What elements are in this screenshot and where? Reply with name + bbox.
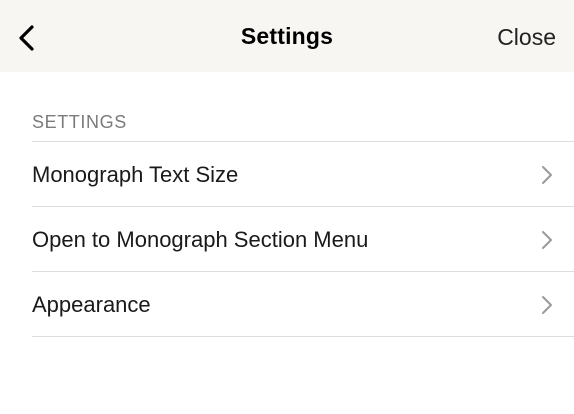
navigation-bar: Settings Close xyxy=(0,0,574,72)
back-button[interactable] xyxy=(14,20,42,56)
settings-list: Monograph Text Size Open to Monograph Se… xyxy=(32,141,574,337)
close-button[interactable]: Close xyxy=(497,24,556,51)
chevron-right-icon xyxy=(540,164,554,186)
chevron-right-icon xyxy=(540,294,554,316)
section-header: SETTINGS xyxy=(32,112,127,132)
settings-item-label: Monograph Text Size xyxy=(32,162,239,187)
settings-item-label: Open to Monograph Section Menu xyxy=(32,227,369,252)
settings-item-monograph-text-size[interactable]: Monograph Text Size xyxy=(32,141,574,206)
chevron-left-icon xyxy=(19,25,34,51)
settings-item-open-to-monograph-section-menu[interactable]: Open to Monograph Section Menu xyxy=(32,206,574,271)
settings-item-appearance[interactable]: Appearance xyxy=(32,271,574,337)
settings-item-label: Appearance xyxy=(32,292,151,317)
chevron-right-icon xyxy=(540,229,554,251)
page-title: Settings xyxy=(240,23,334,49)
